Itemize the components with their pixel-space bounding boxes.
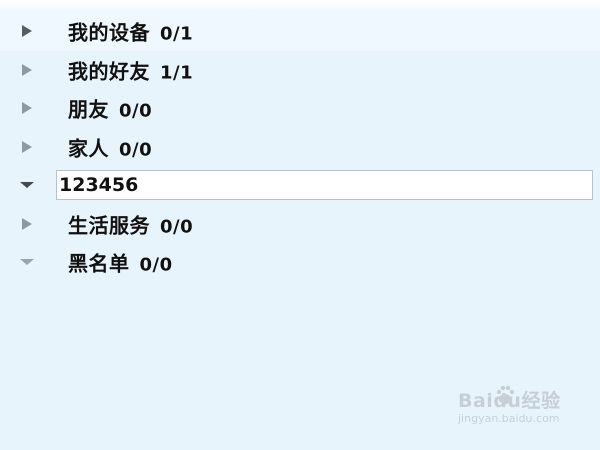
group-row-my-devices[interactable]: 我的设备 0/1 [0, 12, 600, 51]
group-label: 生活服务 0/0 [68, 209, 193, 238]
watermark-subtext: jingyan.baidu.com [458, 412, 560, 425]
group-name: 我的设备 [68, 20, 150, 45]
group-count: 1/1 [160, 62, 194, 84]
group-name: 家人 [68, 136, 109, 161]
expanded-arrow-icon[interactable] [20, 182, 34, 189]
group-count: 0/1 [160, 23, 194, 45]
group-name: 我的好友 [68, 59, 150, 84]
group-count: 0/0 [160, 216, 194, 238]
group-row-family[interactable]: 家人 0/0 [0, 128, 600, 167]
group-row-blacklist[interactable]: 黑名单 0/0 [0, 243, 600, 282]
group-row-my-friends[interactable]: 我的好友 1/1 [0, 51, 600, 90]
contact-group-panel: 我的设备 0/1 我的好友 1/1 朋友 0/0 家人 0/0 生活服务 0/0 黑名单 0… [0, 0, 600, 450]
group-count: 0/0 [119, 139, 153, 161]
panel-top-strip [0, 0, 600, 12]
group-count: 0/0 [139, 254, 173, 276]
collapsed-arrow-icon[interactable] [22, 63, 32, 76]
collapsed-arrow-icon[interactable] [22, 25, 32, 38]
group-row-life-services[interactable]: 生活服务 0/0 [0, 205, 600, 244]
group-name: 生活服务 [68, 213, 150, 238]
group-name: 黑名单 [68, 251, 130, 276]
group-label: 我的好友 1/1 [68, 55, 193, 84]
group-list: 我的设备 0/1 我的好友 1/1 朋友 0/0 家人 0/0 生活服务 0/0 黑名单 0… [0, 12, 600, 282]
expanded-arrow-icon[interactable] [20, 259, 34, 266]
group-row-editing[interactable] [0, 166, 600, 205]
collapsed-arrow-icon[interactable] [22, 102, 32, 115]
group-count: 0/0 [119, 100, 153, 122]
group-name-input[interactable] [56, 170, 593, 201]
group-row-friends[interactable]: 朋友 0/0 [0, 89, 600, 128]
group-label: 黑名单 0/0 [68, 248, 173, 277]
baidu-jingyan-watermark: Baidu经验 jingyan.baidu.com [458, 385, 578, 436]
group-label: 朋友 0/0 [68, 94, 152, 123]
group-name: 朋友 [68, 97, 109, 122]
group-label: 家人 0/0 [68, 132, 152, 161]
collapsed-arrow-icon[interactable] [22, 140, 32, 153]
group-label: 我的设备 0/1 [68, 17, 193, 46]
collapsed-arrow-icon[interactable] [22, 217, 32, 230]
paw-icon [496, 385, 514, 404]
